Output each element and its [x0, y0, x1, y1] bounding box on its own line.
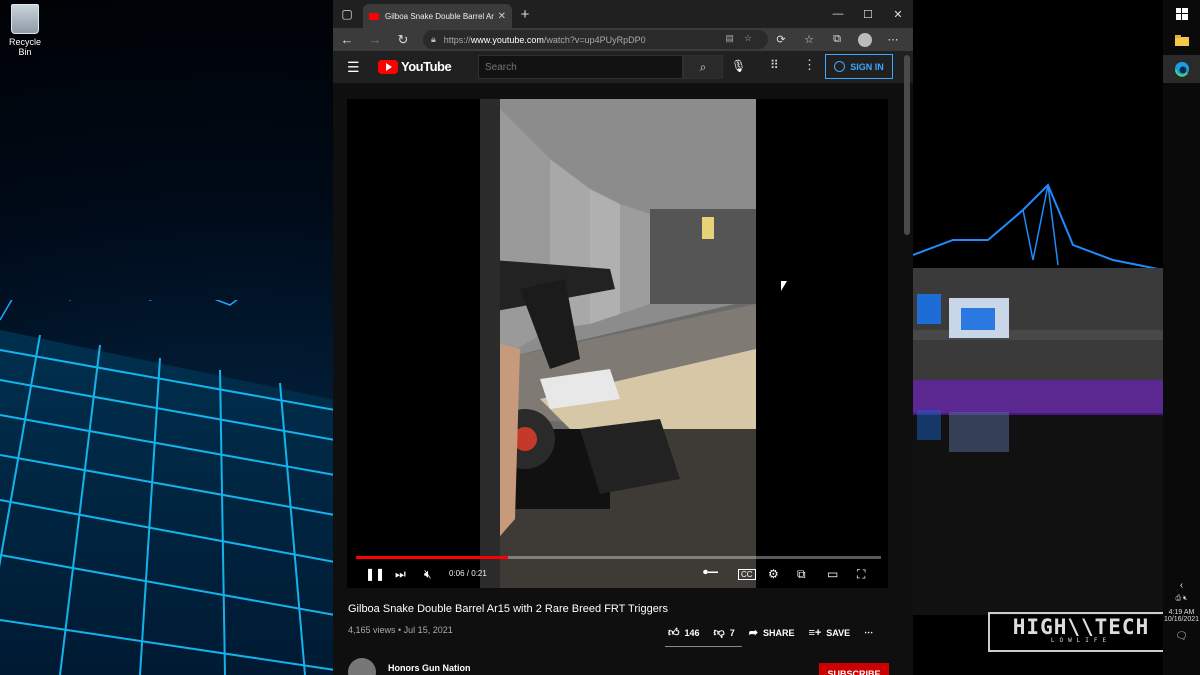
- progress-bar[interactable]: [356, 556, 881, 559]
- thumbs-up-icon: 👍︎: [668, 627, 680, 639]
- neon-grid-wallpaper-left: [0, 300, 335, 675]
- tray-expand-chevron-icon[interactable]: ‹: [1163, 580, 1200, 591]
- channel-name[interactable]: Honors Gun Nation: [388, 663, 471, 673]
- clock-time[interactable]: 4:19 AM: [1163, 609, 1200, 616]
- apps-grid-icon[interactable]: ⠿: [770, 58, 779, 72]
- new-tab-icon[interactable]: +: [515, 4, 535, 24]
- tab-bar: ▢ Gilboa Snake Double Barrel Ar15 ✕ + — …: [333, 0, 913, 28]
- extensions-icon[interactable]: ⟳: [767, 28, 795, 51]
- maximize-icon[interactable]: ☐: [853, 0, 883, 28]
- sentiment-bar: [665, 646, 742, 647]
- like-count: 146: [684, 627, 700, 638]
- youtube-logo[interactable]: YouTube: [378, 59, 452, 74]
- forward-arrow-icon[interactable]: →: [361, 28, 389, 51]
- add-to-playlist-icon: ≡+: [808, 626, 822, 639]
- close-window-icon[interactable]: ✕: [883, 0, 913, 28]
- recycle-bin-icon: [11, 4, 39, 34]
- channel-watermark-logo: HIGH\\TECH LOWLIFE: [988, 612, 1174, 652]
- channel-avatar[interactable]: [348, 658, 376, 675]
- dislike-count: 7: [729, 627, 735, 638]
- voice-search-mic-icon[interactable]: 🎙︎: [731, 59, 746, 73]
- sign-in-label: SIGN IN: [850, 61, 884, 72]
- youtube-logo-text: YouTube: [401, 59, 452, 74]
- favorites-icon[interactable]: ☆: [795, 28, 823, 51]
- back-arrow-icon[interactable]: ←: [333, 28, 361, 51]
- thumbs-down-icon: 👎︎: [713, 627, 725, 639]
- next-icon[interactable]: ⏭︎: [395, 567, 406, 582]
- share-label: SHARE: [762, 627, 795, 638]
- menu-hamburger-icon[interactable]: ☰: [347, 59, 360, 76]
- sign-in-button[interactable]: SIGN IN: [825, 54, 893, 79]
- account-circle-icon: [834, 61, 846, 72]
- video-player[interactable]: ❚❚ ⏭︎ 🔇︎ 0:06 / 0:21 ⏺━ CC ⚙ ⧉ ▭ ⛶: [347, 99, 888, 588]
- browser-toolbar-right: ⟳ ☆ ⧉ ⋯: [767, 28, 907, 51]
- lock-icon: 🔒︎: [431, 34, 436, 44]
- miniplayer-icon[interactable]: ⧉: [797, 567, 806, 582]
- search-button[interactable]: ⌕: [683, 55, 723, 79]
- browser-window: ▢ Gilboa Snake Double Barrel Ar15 ✕ + — …: [333, 0, 913, 675]
- settings-more-icon[interactable]: ⋯: [879, 28, 907, 51]
- pause-icon[interactable]: ❚❚: [365, 567, 385, 581]
- more-actions-icon[interactable]: ⋯: [864, 627, 873, 638]
- share-button[interactable]: ➦ SHARE: [749, 626, 795, 639]
- profile-avatar[interactable]: [851, 28, 879, 51]
- minimize-icon[interactable]: —: [823, 0, 853, 28]
- recycle-bin-label: Recycle Bin: [8, 37, 41, 57]
- share-icon: ➦: [748, 627, 758, 639]
- notifications-icon[interactable]: 🗨︎: [1163, 631, 1200, 642]
- mute-icon[interactable]: 🔇︎: [424, 567, 432, 582]
- file-explorer-icon[interactable]: [1163, 30, 1200, 50]
- youtube-favicon-icon: [369, 12, 379, 20]
- url-field[interactable]: 🔒︎ https://www.youtube.com/watch?v=up4PU…: [423, 30, 768, 49]
- start-windows-icon[interactable]: [1163, 4, 1200, 24]
- like-button[interactable]: 👍︎ 146: [668, 626, 700, 639]
- time-display: 0:06 / 0:21: [449, 569, 487, 578]
- collections-icon[interactable]: ⧉: [823, 28, 851, 51]
- url-path: /watch?v=up4PUyRpDP0: [543, 34, 646, 45]
- video-title: Gilboa Snake Double Barrel Ar15 with 2 R…: [348, 603, 668, 615]
- window-controls: — ☐ ✕: [823, 0, 913, 28]
- refresh-icon[interactable]: ↻: [389, 28, 417, 51]
- search-input[interactable]: [478, 55, 683, 79]
- settings-gear-icon[interactable]: ⚙: [768, 567, 779, 581]
- save-label: SAVE: [826, 627, 851, 638]
- mouse-cursor-icon: [781, 281, 787, 291]
- recycle-bin-shortcut[interactable]: Recycle Bin: [4, 4, 46, 57]
- player-controls: ❚❚ ⏭︎ 🔇︎ 0:06 / 0:21 ⏺━ CC ⚙ ⧉ ▭ ⛶: [347, 561, 888, 588]
- more-vertical-icon[interactable]: ⋮: [803, 57, 816, 73]
- youtube-play-logo-icon: [378, 59, 398, 74]
- edge-browser-icon[interactable]: [1163, 55, 1200, 83]
- search-icon: ⌕: [699, 59, 707, 74]
- fullscreen-icon[interactable]: ⛶: [857, 567, 865, 582]
- clock-date[interactable]: 10/16/2021: [1163, 616, 1200, 623]
- video-frame[interactable]: [480, 99, 756, 588]
- progress-played: [356, 556, 509, 559]
- autoplay-toggle-icon[interactable]: ⏺━: [703, 567, 718, 578]
- youtube-header: ☰ YouTube ⌕ 🎙︎ ⠿ ⋮ SIGN IN: [333, 51, 913, 83]
- browser-tab[interactable]: Gilboa Snake Double Barrel Ar15 ✕: [363, 4, 512, 28]
- video-meta: 4,165 views • Jul 15, 2021: [348, 625, 453, 635]
- tab-title: Gilboa Snake Double Barrel Ar15: [385, 11, 494, 21]
- page-scrollbar[interactable]: [904, 55, 910, 235]
- subscribe-button[interactable]: SUBSCRIBE: [819, 663, 889, 675]
- reader-and-favorite-icons[interactable]: ▤☆: [725, 33, 762, 44]
- taskbar: ‹ ⎙ 🔇︎ 4:19 AM 10/16/2021 🗨︎: [1163, 0, 1200, 675]
- desktop-background: Recycle Bin ▢ Gilboa Snake Double Barrel…: [0, 0, 1200, 675]
- address-bar-row: ← → ↻ 🔒︎ https://www.youtube.com/watch?v…: [333, 28, 913, 51]
- close-tab-icon[interactable]: ✕: [498, 11, 506, 22]
- tab-actions-icon[interactable]: ▢: [333, 0, 361, 28]
- desk-scene-wallpaper-right: [913, 0, 1163, 675]
- watermark-main-text: HIGH\\TECH: [1012, 615, 1150, 639]
- url-host: www.youtube.com: [470, 34, 544, 45]
- theater-mode-icon[interactable]: ▭: [827, 567, 838, 581]
- dislike-button[interactable]: 👎︎ 7: [714, 626, 735, 639]
- channel-info[interactable]: Honors Gun Nation: [348, 658, 471, 675]
- video-actions: 👍︎ 146 👎︎ 7 ➦ SHARE ≡+ SAVE ⋯: [668, 625, 887, 640]
- network-volume-icons[interactable]: ⎙ 🔇︎: [1163, 595, 1200, 603]
- save-button[interactable]: ≡+ SAVE: [808, 627, 850, 639]
- system-tray: ‹ ⎙ 🔇︎ 4:19 AM 10/16/2021 🗨︎: [1163, 580, 1200, 642]
- url-scheme: https://: [443, 34, 471, 45]
- captions-icon[interactable]: CC: [738, 569, 756, 580]
